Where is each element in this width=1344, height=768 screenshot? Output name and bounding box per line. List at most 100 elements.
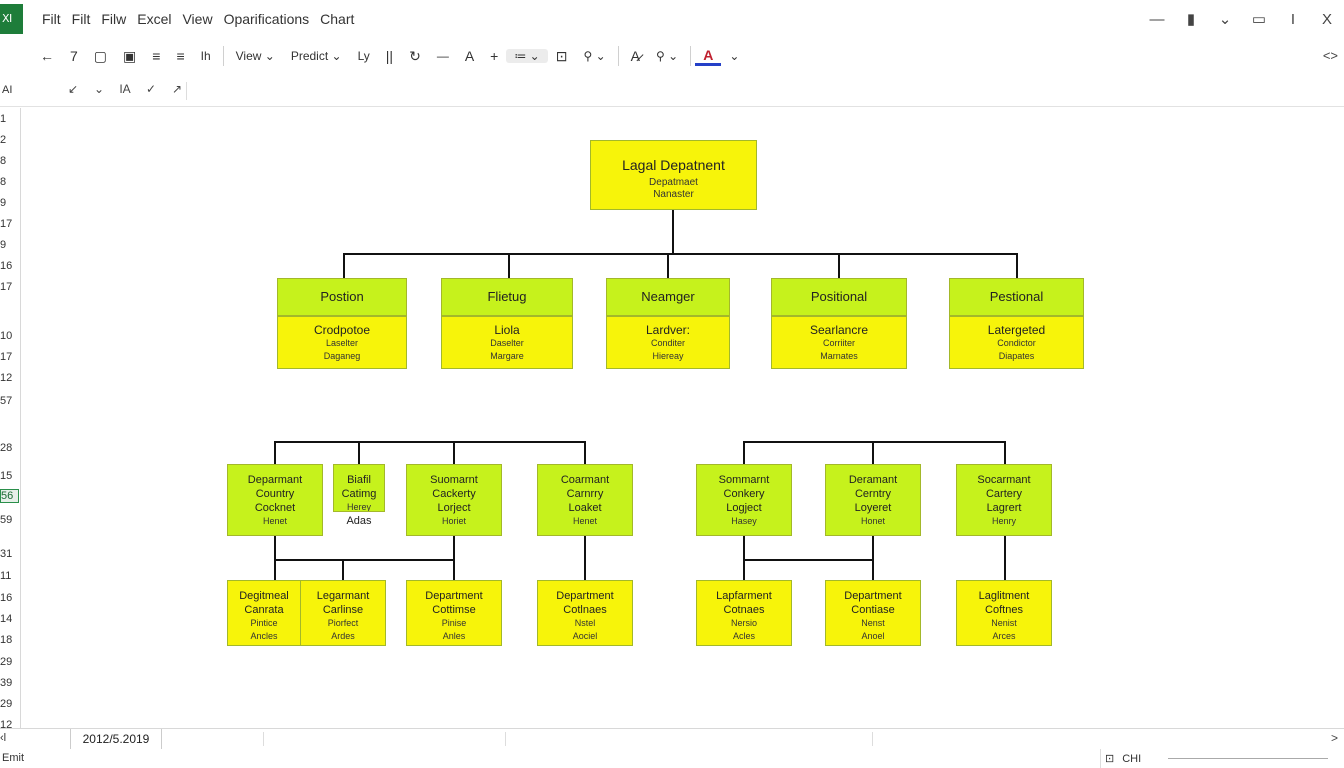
row-number-selected[interactable]: 56: [0, 489, 19, 503]
sheet-tab[interactable]: 2012/5.2019: [70, 729, 162, 749]
ly-button[interactable]: Ly: [350, 49, 378, 63]
list-format-dropdown[interactable]: ≔ ⌄: [506, 49, 548, 63]
row-number[interactable]: 1: [0, 113, 20, 125]
row-number[interactable]: 12: [0, 372, 20, 384]
excel-app-icon[interactable]: Ⅺ: [0, 4, 23, 34]
minimize-icon[interactable]: —: [1140, 11, 1174, 28]
formula-controls: ↙ ⌄ IA ✓ ↗: [60, 82, 190, 96]
org-node-level4[interactable]: Lapfarment Cotnaes Nersio Acles: [696, 580, 792, 646]
format-7-button[interactable]: 7: [62, 48, 86, 64]
row-number[interactable]: 8: [0, 176, 20, 188]
row-number[interactable]: 15: [0, 470, 20, 482]
row-number[interactable]: 29: [0, 698, 20, 710]
org-node-position-header[interactable]: Postion: [277, 278, 407, 316]
row-number[interactable]: 29: [0, 656, 20, 668]
org-node-position-detail[interactable]: Latergeted Condictor Diapates: [949, 316, 1084, 369]
scroll-right-icon[interactable]: >: [1331, 731, 1338, 745]
org-node-level3[interactable]: Deramant Cerntry Loyeret Honet: [825, 464, 921, 536]
menu-item-filw[interactable]: Filw: [101, 11, 126, 27]
row-number[interactable]: 17: [0, 351, 20, 363]
org-node-level3[interactable]: Socarmant Cartery Lagrert Henry: [956, 464, 1052, 536]
shape-icon[interactable]: ⊡: [548, 48, 576, 65]
org-node-position-header[interactable]: Neamger: [606, 278, 730, 316]
org-node-position-detail[interactable]: Crodpotoe Laselter Daganeg: [277, 316, 407, 369]
row-number[interactable]: 17: [0, 218, 20, 230]
row-number[interactable]: 8: [0, 155, 20, 167]
org-node-position-detail[interactable]: Liola Daselter Margare: [441, 316, 573, 369]
normal-view-icon[interactable]: ⊡: [1101, 752, 1118, 765]
menu-item-excel[interactable]: Excel: [137, 11, 171, 27]
row-number[interactable]: 18: [0, 634, 20, 646]
ia-button[interactable]: IA: [112, 82, 138, 96]
sheet-nav-button[interactable]: ‹l: [0, 732, 6, 744]
row-number[interactable]: 16: [0, 260, 20, 272]
row-number[interactable]: 28: [0, 442, 20, 454]
row-number[interactable]: 10: [0, 330, 20, 342]
paste-icon[interactable]: ▣: [115, 48, 144, 65]
predict-dropdown[interactable]: Predict ⌄: [283, 49, 350, 63]
info-icon[interactable]: I: [1276, 11, 1310, 28]
org-node-level4[interactable]: Department Cotlnaes Nstel Aociel: [537, 580, 633, 646]
menu-item-oparifications[interactable]: Oparifications: [224, 11, 310, 27]
ih-button[interactable]: Ih: [193, 49, 219, 63]
row-number[interactable]: 57: [0, 395, 20, 407]
view-dropdown[interactable]: View ⌄: [228, 49, 283, 63]
zoom-slider[interactable]: [1168, 758, 1328, 759]
org-node-level4[interactable]: Degitmeal Canrata Pintice Ancles: [227, 580, 301, 646]
copy-icon[interactable]: ▢: [86, 48, 115, 65]
close-icon[interactable]: X: [1310, 11, 1344, 28]
org-node-level4[interactable]: Department Cottimse Pinise Anles: [406, 580, 502, 646]
org-node-level3[interactable]: Deparmant Country Cocknet Henet: [227, 464, 323, 536]
menu-item-filt[interactable]: Filt: [42, 11, 61, 27]
line-icon[interactable]: —: [429, 49, 457, 63]
menu-item-view[interactable]: View: [182, 11, 212, 27]
find-dropdown[interactable]: ⚲ ⌄: [648, 49, 686, 63]
refresh-icon[interactable]: ↻: [401, 48, 429, 65]
org-node-position-header[interactable]: Pestional: [949, 278, 1084, 316]
row-number[interactable]: 31: [0, 548, 20, 560]
row-number[interactable]: 14: [0, 613, 20, 625]
align-center-icon[interactable]: ≡: [168, 48, 192, 64]
restore-icon[interactable]: ▭: [1242, 10, 1276, 28]
name-box[interactable]: AI: [2, 84, 12, 96]
account-icon[interactable]: ▮: [1174, 10, 1208, 28]
toolbar-overflow-icon[interactable]: <>: [1323, 48, 1338, 63]
row-number[interactable]: 2: [0, 134, 20, 146]
align-left-icon[interactable]: ≡: [144, 48, 168, 64]
expand-icon[interactable]: ↙: [60, 82, 86, 96]
font-color-dropdown[interactable]: ⌄: [721, 49, 747, 63]
chevron-down-icon[interactable]: ⌄: [86, 82, 112, 96]
org-node-level4[interactable]: Laglitment Coftnes Nenist Arces: [956, 580, 1052, 646]
org-node-position-detail[interactable]: Searlancre Corriiter Marnates: [771, 316, 907, 369]
row-number[interactable]: 39: [0, 677, 20, 689]
chevron-down-icon[interactable]: ⌄: [1208, 10, 1242, 28]
org-node-level3[interactable]: Suomarnt Cackerty Lorject Horiet: [406, 464, 502, 536]
org-node-level3[interactable]: Sommarnt Conkery Logject Hasey: [696, 464, 792, 536]
node-subtitle: Nanaster: [653, 189, 694, 200]
confirm-check-icon[interactable]: ✓: [138, 82, 164, 96]
org-node-level3[interactable]: Coarmant Carnrry Loaket Henet: [537, 464, 633, 536]
highlight-icon[interactable]: A̷: [623, 48, 648, 64]
row-number[interactable]: 17: [0, 281, 20, 293]
zoom-dropdown[interactable]: ⚲ ⌄: [575, 49, 613, 63]
org-node-level4[interactable]: Legarmant Carlinse Piorfect Ardes: [300, 580, 386, 646]
org-node-level4[interactable]: Department Contiase Nenst Anoel: [825, 580, 921, 646]
row-number[interactable]: 59: [0, 514, 20, 526]
org-node-position-header[interactable]: Flietug: [441, 278, 573, 316]
org-node-root[interactable]: Lagal Depatnent Depatmaet Nanaster: [590, 140, 757, 210]
org-node-position-header[interactable]: Positional: [771, 278, 907, 316]
undo-icon[interactable]: ←: [32, 48, 62, 64]
row-number[interactable]: 11: [0, 570, 20, 582]
menu-item-filt-2[interactable]: Filt: [72, 11, 91, 27]
row-number[interactable]: 9: [0, 197, 20, 209]
font-a-icon[interactable]: A: [457, 48, 482, 64]
plus-icon[interactable]: +: [482, 48, 506, 64]
row-number[interactable]: 16: [0, 592, 20, 604]
page-view-button[interactable]: CHI: [1118, 753, 1145, 765]
menu-item-chart[interactable]: Chart: [320, 11, 354, 27]
row-number[interactable]: 9: [0, 239, 20, 251]
org-node-level3[interactable]: Biafil Catimg Herey: [333, 464, 385, 512]
pause-icon[interactable]: ||: [378, 48, 401, 64]
font-color-icon[interactable]: A: [695, 47, 722, 66]
org-node-position-detail[interactable]: Lardver: Conditer Hiereay: [606, 316, 730, 369]
